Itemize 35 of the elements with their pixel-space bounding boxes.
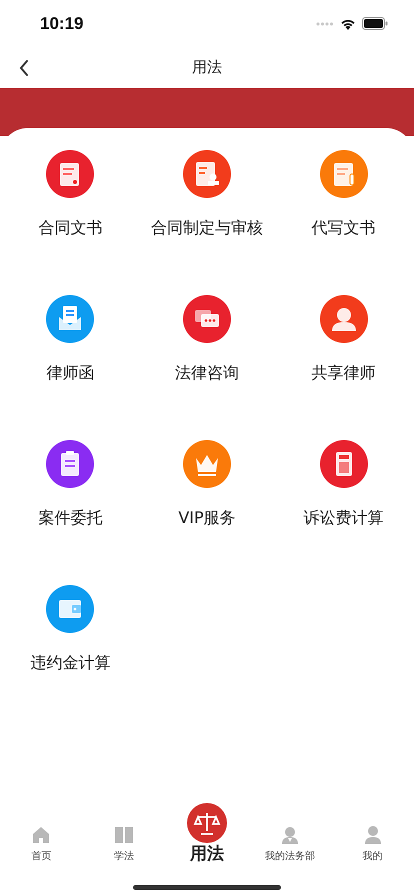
wifi-icon bbox=[340, 18, 356, 30]
stamp-icon[interactable] bbox=[182, 150, 231, 198]
chat-icon[interactable] bbox=[182, 295, 231, 343]
wallet-icon[interactable] bbox=[46, 585, 94, 633]
tab[interactable]: 学法 bbox=[82, 815, 166, 869]
lawyer-icon bbox=[280, 825, 300, 845]
crown-icon[interactable] bbox=[182, 440, 231, 488]
service-label: 诉讼费计算 bbox=[304, 508, 384, 529]
service-label: VIP服务 bbox=[178, 508, 236, 529]
home-icon bbox=[31, 825, 52, 845]
status-time: 10:19 bbox=[40, 14, 84, 34]
service-label: 合同制定与审核 bbox=[150, 218, 263, 239]
person-icon[interactable] bbox=[320, 295, 368, 343]
tab[interactable]: 我的法务部 bbox=[248, 815, 332, 869]
user-icon bbox=[362, 825, 383, 845]
tab[interactable]: 首页 bbox=[0, 815, 83, 869]
clipboard-icon[interactable] bbox=[46, 440, 94, 488]
pen-icon[interactable] bbox=[320, 150, 368, 198]
service-label: 法律咨询 bbox=[174, 363, 239, 384]
battery-icon bbox=[362, 17, 388, 30]
tab[interactable]: 我的 bbox=[331, 815, 414, 869]
service-label: 案件委托 bbox=[38, 508, 102, 529]
service-label: 共享律师 bbox=[312, 363, 376, 384]
calculator-icon[interactable] bbox=[320, 440, 368, 488]
envelope-icon[interactable] bbox=[46, 295, 94, 343]
back-icon[interactable] bbox=[18, 59, 30, 77]
page-title: 用法 bbox=[192, 58, 222, 77]
document-icon[interactable] bbox=[46, 150, 94, 198]
service-label: 违约金计算 bbox=[30, 653, 110, 674]
service-label: 律师函 bbox=[46, 363, 94, 384]
service-label: 合同文书 bbox=[38, 218, 102, 239]
service-label: 代写文书 bbox=[312, 218, 376, 239]
tab[interactable]: 用法 bbox=[166, 803, 248, 869]
book-icon bbox=[114, 825, 134, 845]
signal-icon bbox=[316, 22, 334, 26]
